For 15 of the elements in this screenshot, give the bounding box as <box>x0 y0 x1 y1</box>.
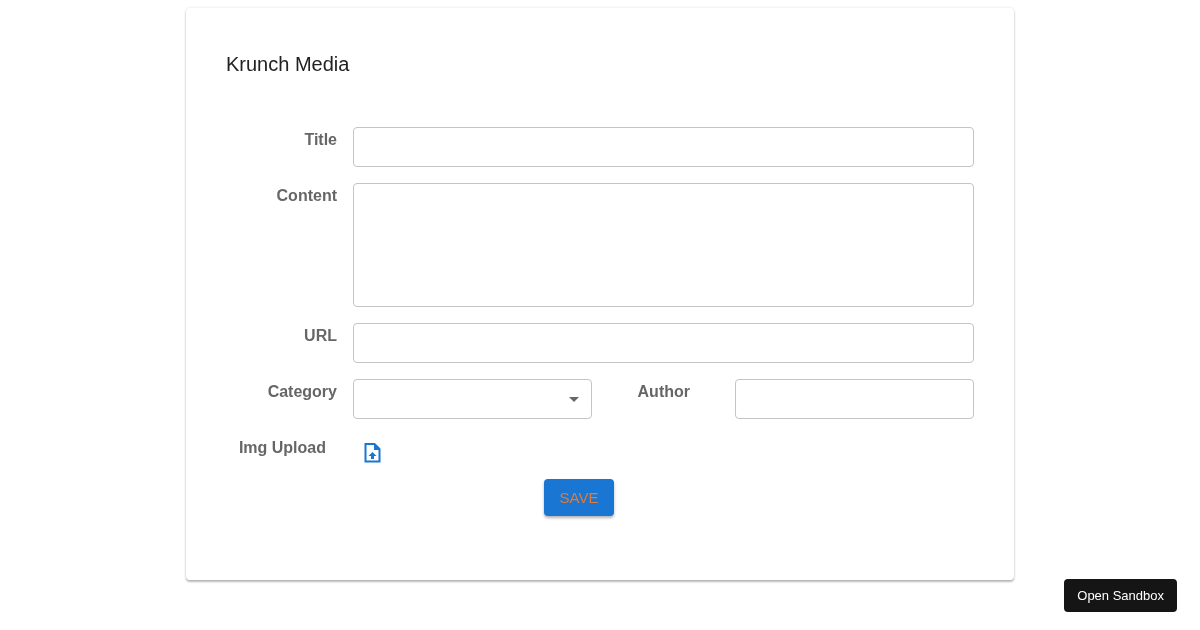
field-label: Title <box>303 130 337 149</box>
field-label: Category <box>266 382 337 401</box>
content-field[interactable] <box>353 183 974 307</box>
input-field[interactable] <box>353 127 974 167</box>
dropdown-caret-icon <box>569 396 579 402</box>
field-label: Author <box>636 382 690 401</box>
field-label: Img Upload <box>237 438 326 457</box>
field-label: Content <box>275 186 337 205</box>
file-upload-icon[interactable] <box>364 443 381 463</box>
category-select[interactable] <box>353 379 592 419</box>
card-title: Krunch Media <box>226 52 351 76</box>
input-field[interactable] <box>735 379 974 419</box>
field-label: URL <box>303 326 337 345</box>
input-field[interactable] <box>353 323 974 363</box>
open-sandbox-button[interactable]: Open Sandbox <box>1064 579 1177 612</box>
